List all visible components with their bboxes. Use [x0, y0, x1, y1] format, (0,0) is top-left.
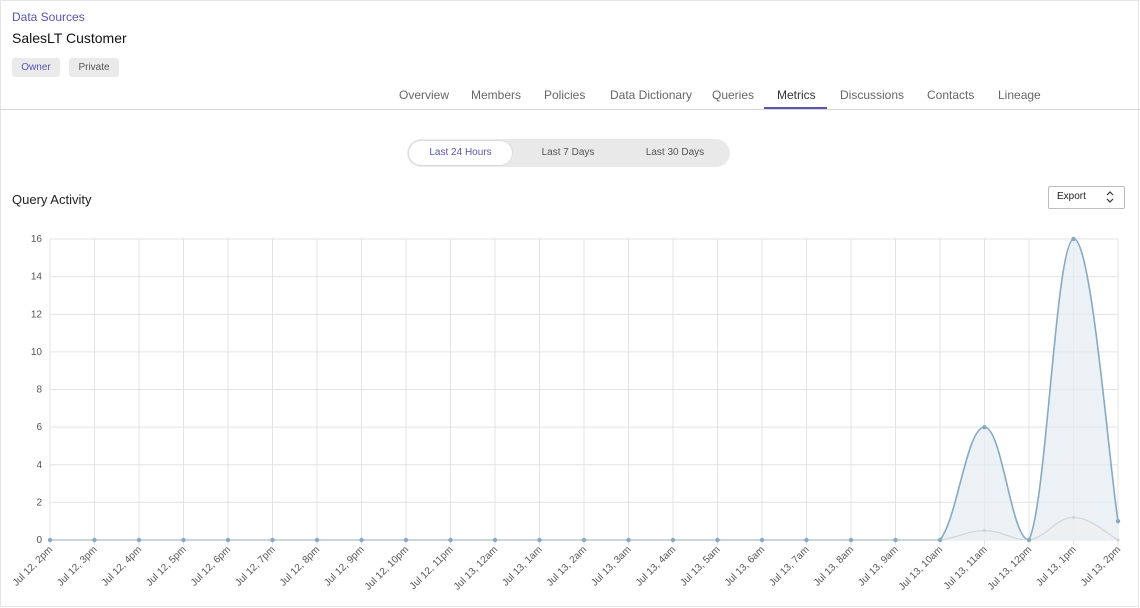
x-tick-label: Jul 13, 9am [856, 544, 900, 588]
y-tick-label: 10 [31, 347, 43, 358]
series-1-point [581, 537, 587, 543]
series-1-point [937, 537, 943, 543]
query-activity-chart: 0246810121416Jul 12, 2pm Jul 12, 3pm Jul 1… [11, 234, 1123, 593]
owner-badge: Owner [12, 58, 60, 77]
series-1-point [626, 537, 631, 543]
x-tick-label: Jul 13, 2pm [1079, 544, 1123, 588]
export-select[interactable]: Export [1048, 186, 1125, 209]
x-tick-label: Jul 12, 2pm [11, 544, 55, 588]
x-tick-label: Jul 12, 7pm [233, 544, 277, 588]
series-1-point [47, 537, 53, 543]
x-tick-label: Jul 13, 7am [767, 544, 811, 588]
x-tick-label: Jul 13, 2am [545, 544, 589, 588]
series-1-point [759, 537, 765, 543]
series-1-point [982, 424, 987, 430]
tab-contacts[interactable]: Contacts [927, 88, 974, 102]
x-tick-label: Jul 13, 1pm [1034, 544, 1078, 588]
breadcrumb[interactable]: Data Sources [12, 10, 85, 24]
export-label: Export [1057, 191, 1086, 202]
chevron-updown-icon [1106, 191, 1114, 203]
series-2-point [982, 528, 987, 533]
series-1-point [492, 537, 498, 543]
range-last-30-days[interactable]: Last 30 Days [623, 141, 727, 165]
y-tick-label: 8 [36, 385, 42, 396]
series-1-point [1026, 537, 1032, 543]
series-1-point [403, 537, 409, 543]
series-1-point [136, 537, 142, 543]
tab-discussions[interactable]: Discussions [840, 88, 904, 102]
series-1-point [225, 537, 231, 543]
x-tick-label: Jul 12, 3pm [55, 544, 99, 588]
private-badge: Private [69, 58, 119, 77]
y-tick-label: 4 [36, 460, 42, 471]
x-tick-label: Jul 13, 10am [897, 544, 945, 592]
x-tick-label: Jul 12, 11pm [408, 544, 456, 592]
time-range-toggle: Last 24 Hours Last 7 Days Last 30 Days [407, 139, 730, 167]
x-tick-label: Jul 12, 9pm [322, 544, 366, 588]
tab-overview[interactable]: Overview [399, 88, 449, 102]
series-1-point [1115, 518, 1121, 524]
series-1-point [181, 537, 186, 543]
range-last-24-hours[interactable]: Last 24 Hours [409, 141, 512, 165]
x-tick-label: Jul 12, 10pm [363, 544, 411, 592]
series-2-point [1116, 538, 1120, 542]
tab-lineage[interactable]: Lineage [998, 88, 1041, 102]
series-1-point [448, 537, 453, 543]
range-last-7-days[interactable]: Last 7 Days [517, 141, 619, 165]
page-title: SalesLT Customer [12, 30, 127, 46]
series-1-point [314, 537, 320, 543]
y-tick-label: 0 [36, 535, 42, 546]
tab-members[interactable]: Members [471, 88, 521, 102]
x-tick-label: Jul 13, 12am [452, 544, 500, 592]
x-tick-label: Jul 13, 11am [942, 544, 990, 592]
chart-title: Query Activity [12, 192, 92, 207]
series-1-point [359, 537, 364, 543]
tab-policies[interactable]: Policies [544, 88, 585, 102]
tab-metrics[interactable]: Metrics [777, 88, 816, 102]
series-1-point [804, 537, 809, 543]
y-tick-label: 12 [31, 309, 43, 320]
x-tick-label: Jul 12, 5pm [144, 544, 188, 588]
x-tick-label: Jul 13, 3am [589, 544, 633, 588]
x-tick-label: Jul 12, 6pm [189, 544, 233, 588]
series-1-point [670, 537, 676, 543]
x-tick-label: Jul 13, 4am [634, 544, 678, 588]
series-1-point [537, 537, 542, 543]
x-tick-label: Jul 13, 12pm [986, 544, 1034, 592]
x-tick-label: Jul 12, 8pm [278, 544, 322, 588]
series-1-point [715, 537, 720, 543]
series-1-point [848, 537, 854, 543]
series-1-point [893, 537, 898, 543]
active-tab-indicator [764, 107, 827, 109]
series-1-point [92, 537, 97, 543]
tab-data-dictionary[interactable]: Data Dictionary [610, 88, 692, 102]
series-2-point [1071, 515, 1076, 520]
x-tick-label: Jul 13, 6am [723, 544, 767, 588]
x-tick-label: Jul 12, 4pm [100, 544, 144, 588]
y-tick-label: 16 [31, 234, 43, 245]
y-tick-label: 14 [31, 272, 43, 283]
y-tick-label: 6 [36, 422, 42, 433]
series-1-point [270, 537, 275, 543]
tabs-divider [0, 109, 1140, 110]
series-1-point [1071, 236, 1076, 242]
x-tick-label: Jul 13, 5am [678, 544, 722, 588]
x-tick-label: Jul 13, 8am [812, 544, 856, 588]
y-tick-label: 2 [36, 497, 42, 508]
x-tick-label: Jul 13, 1am [500, 544, 544, 588]
tab-queries[interactable]: Queries [712, 88, 754, 102]
